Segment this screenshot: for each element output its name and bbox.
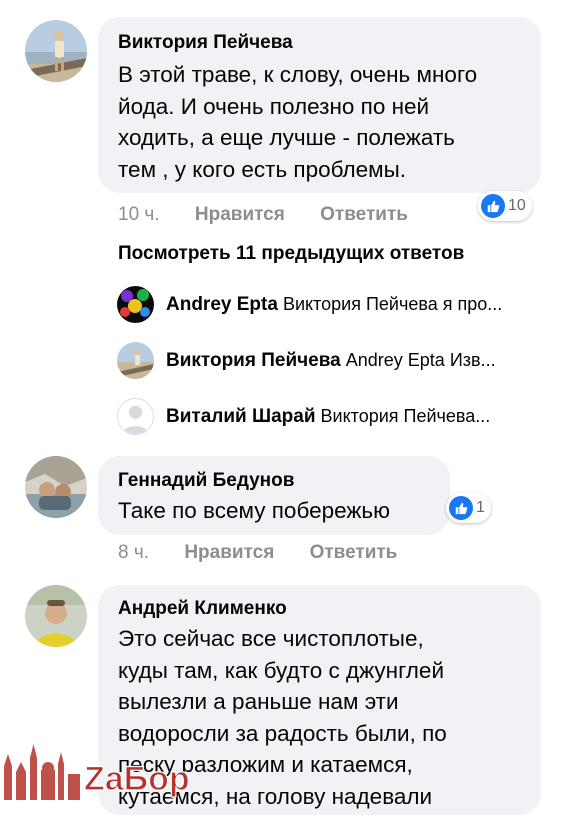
avatar[interactable] xyxy=(117,342,154,379)
reply-text: Виктория Пейчева... xyxy=(320,406,491,426)
reaction-count: 1 xyxy=(476,499,485,516)
avatar[interactable] xyxy=(25,20,87,82)
comment-time[interactable]: 10 ч. xyxy=(118,204,160,225)
comment-author[interactable]: Виктория Пейчева xyxy=(118,32,293,54)
reply-text: Виктория Пейчева я про... xyxy=(282,294,503,314)
view-previous-replies-link[interactable]: Посмотреть 11 предыдущих ответов xyxy=(118,243,464,265)
like-button[interactable]: Нравится xyxy=(184,542,274,563)
comment-meta: 10 ч. Нравится Ответить xyxy=(118,204,408,226)
watermark-text: ZaБор xyxy=(84,760,190,798)
reply-text: Andrey Epta Изв... xyxy=(345,350,496,370)
reaction-badge[interactable]: 1 xyxy=(446,493,491,523)
comment-meta: 8 ч. Нравится Ответить xyxy=(118,542,397,564)
reply-item[interactable]: Виктория Пейчева Andrey Epta Изв... xyxy=(166,350,546,372)
like-button[interactable]: Нравится xyxy=(195,204,285,225)
avatar[interactable] xyxy=(25,456,87,518)
reaction-badge[interactable]: 10 xyxy=(478,191,532,221)
reaction-count: 10 xyxy=(508,197,526,214)
comment-time[interactable]: 8 ч. xyxy=(118,542,149,563)
comment-text: Таке по всему побережью xyxy=(118,498,391,523)
reply-item[interactable]: Andrey Epta Виктория Пейчева я про... xyxy=(166,294,546,316)
reply-author[interactable]: Виктория Пейчева xyxy=(166,350,341,371)
like-icon xyxy=(481,194,505,218)
watermark-logo: ZaБор xyxy=(0,740,200,800)
avatar[interactable] xyxy=(117,286,154,323)
like-icon xyxy=(449,496,473,520)
avatar[interactable] xyxy=(117,398,154,435)
comment-author[interactable]: Андрей Клименко xyxy=(118,598,287,620)
reply-author[interactable]: Andrey Epta xyxy=(166,294,278,315)
reply-author[interactable]: Виталий Шарай xyxy=(166,406,316,427)
comment-text: В этой траве, к слову, очень много йода.… xyxy=(118,62,478,182)
avatar[interactable] xyxy=(25,585,87,647)
reply-button[interactable]: Ответить xyxy=(320,204,408,225)
reply-item[interactable]: Виталий Шарай Виктория Пейчева... xyxy=(166,406,546,428)
reply-button[interactable]: Ответить xyxy=(310,542,398,563)
comment-author[interactable]: Геннадий Бедунов xyxy=(118,470,294,492)
